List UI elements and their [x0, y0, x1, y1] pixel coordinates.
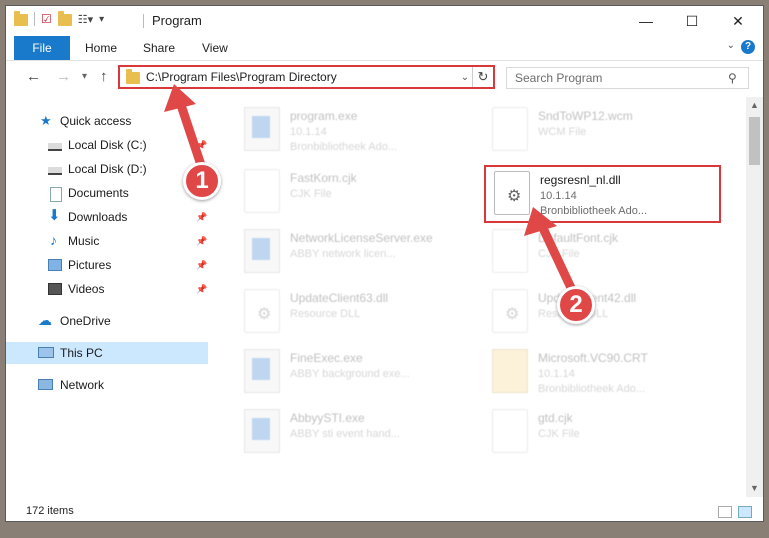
step-1-badge: 1 [183, 162, 221, 200]
arrow-1 [164, 84, 207, 173]
annotation-arrows [164, 84, 577, 295]
step-2-badge: 2 [557, 286, 595, 324]
arrow-2 [524, 207, 577, 295]
